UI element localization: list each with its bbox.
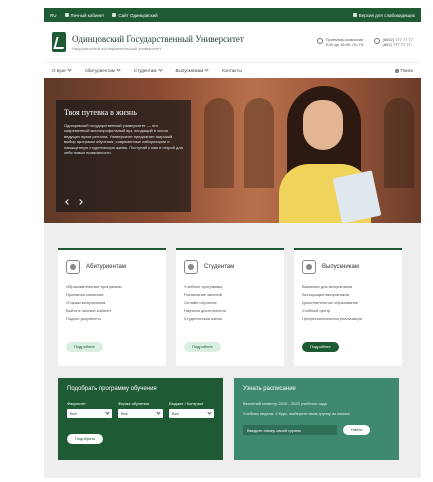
nav-item-students[interactable]: Студентам: [134, 67, 163, 73]
chevron-down-icon: [207, 410, 212, 415]
faculty-select[interactable]: Все: [67, 409, 112, 418]
card-graduates: Выпускникам Вакансии для выпускников Асс…: [294, 248, 402, 366]
university-logo-icon[interactable]: [52, 32, 66, 52]
budget-select[interactable]: Все: [169, 409, 214, 418]
study-form-select[interactable]: Все: [118, 409, 163, 418]
reception-info: Приемная комиссия 9:00 до 18:00, Пн-Пт: [316, 37, 364, 47]
globe-icon: [112, 13, 117, 17]
chevron-down-icon: [156, 410, 161, 415]
card-link[interactable]: Расписание занятий: [184, 292, 276, 297]
search-button[interactable]: Поиск: [394, 68, 413, 73]
graduates-more-button[interactable]: Подробнее: [302, 342, 339, 352]
book-icon: [184, 260, 198, 274]
card-link[interactable]: Дополнительное образование: [302, 300, 394, 305]
card-link[interactable]: Подать документы: [66, 316, 158, 321]
hero-caption: Твоя путевка в жизнь Одинцовский государ…: [56, 100, 191, 212]
applicants-more-button[interactable]: Подробнее: [66, 342, 103, 352]
hero-photo: [279, 86, 382, 223]
phone-icon: [373, 38, 380, 44]
audience-cards: Абитуриентам Образовательные программы П…: [58, 248, 402, 366]
card-link[interactable]: Отзывы выпускников: [66, 300, 158, 305]
schedule-title: Узнать расписание: [243, 386, 296, 392]
eye-icon: [352, 13, 357, 17]
program-finder: Подобрать программу обучения Факультет Ф…: [58, 378, 223, 460]
schedule-finder: Узнать расписание Весенний семестр 2019 …: [234, 378, 399, 460]
clock-icon: [316, 38, 323, 44]
slider-controls: [65, 199, 83, 205]
nav-item-contacts[interactable]: Контакты: [222, 68, 241, 73]
program-finder-title: Подобрать программу обучения: [67, 386, 157, 392]
accessible-version-link[interactable]: Версия для слабовидящих: [352, 13, 415, 18]
nav-item-graduates[interactable]: Выпускникам: [176, 67, 209, 73]
chevron-down-icon: [67, 67, 72, 72]
card-students: Студентам Учебные программы Расписание з…: [176, 248, 284, 366]
site-subtitle: Национальный исследовательский университ…: [72, 45, 162, 51]
page: RU Личный кабинет Сайт Одинцовский Верси…: [44, 8, 421, 478]
find-schedule-button[interactable]: Найти: [343, 425, 371, 435]
card-link[interactable]: Учебные программы: [184, 284, 276, 289]
card-link[interactable]: Профессиональная реализация: [302, 316, 394, 321]
card-applicants: Абитуриентам Образовательные программы П…: [58, 248, 166, 366]
card-link[interactable]: Вакансии для выпускников: [302, 284, 394, 289]
chevron-down-icon: [105, 410, 110, 415]
arrow-right-icon[interactable]: [77, 199, 83, 205]
card-link[interactable]: Студенческая жизнь: [184, 316, 276, 321]
language-switch[interactable]: RU: [50, 13, 57, 18]
arrow-left-icon[interactable]: [65, 199, 71, 205]
group-number-input[interactable]: Введите номер своей группы: [243, 425, 337, 435]
site-header: Одинцовский Государственный Университет …: [44, 22, 421, 62]
person-icon: [66, 260, 80, 274]
card-link[interactable]: Приемная комиссия: [66, 292, 158, 297]
hero-title: Твоя путевка в жизнь: [64, 108, 137, 117]
card-link[interactable]: Войти в личный кабинет: [66, 308, 158, 313]
site-title: Одинцовский Государственный Университет: [72, 33, 244, 44]
site-link[interactable]: Сайт Одинцовский: [112, 13, 158, 18]
card-link[interactable]: Ассоциация выпускников: [302, 292, 394, 297]
phone-info: (8652) 777 77 77 (862) 777 77 77: [373, 37, 413, 47]
nav-item-applicants[interactable]: Абитуриентам: [85, 67, 121, 73]
top-bar: RU Личный кабинет Сайт Одинцовский Верси…: [44, 8, 421, 22]
search-icon: [394, 68, 399, 73]
graduation-cap-icon: [302, 260, 316, 274]
card-link[interactable]: Онлайн обучение: [184, 300, 276, 305]
find-program-button[interactable]: Подобрать: [67, 434, 104, 444]
nav-item-about[interactable]: О вузе: [52, 67, 72, 73]
main-nav: О вузе Абитуриентам Студентам Выпускника…: [44, 62, 421, 78]
chevron-down-icon: [157, 67, 163, 72]
personal-cabinet-link[interactable]: Личный кабинет: [64, 13, 104, 18]
brand: Одинцовский Государственный Университет …: [72, 34, 244, 51]
phone-2[interactable]: (862) 777 77 77: [383, 42, 413, 47]
hero-text: Одинцовский государственный университет …: [64, 123, 183, 156]
card-link[interactable]: Образовательные программы: [66, 284, 158, 289]
chevron-down-icon: [116, 67, 121, 72]
chevron-down-icon: [204, 67, 209, 72]
students-more-button[interactable]: Подробнее: [184, 342, 221, 352]
hero-banner: Твоя путевка в жизнь Одинцовский государ…: [44, 78, 421, 223]
user-icon: [64, 13, 69, 17]
card-link[interactable]: Научная деятельность: [184, 308, 276, 313]
card-link[interactable]: Учебный центр: [302, 308, 394, 313]
